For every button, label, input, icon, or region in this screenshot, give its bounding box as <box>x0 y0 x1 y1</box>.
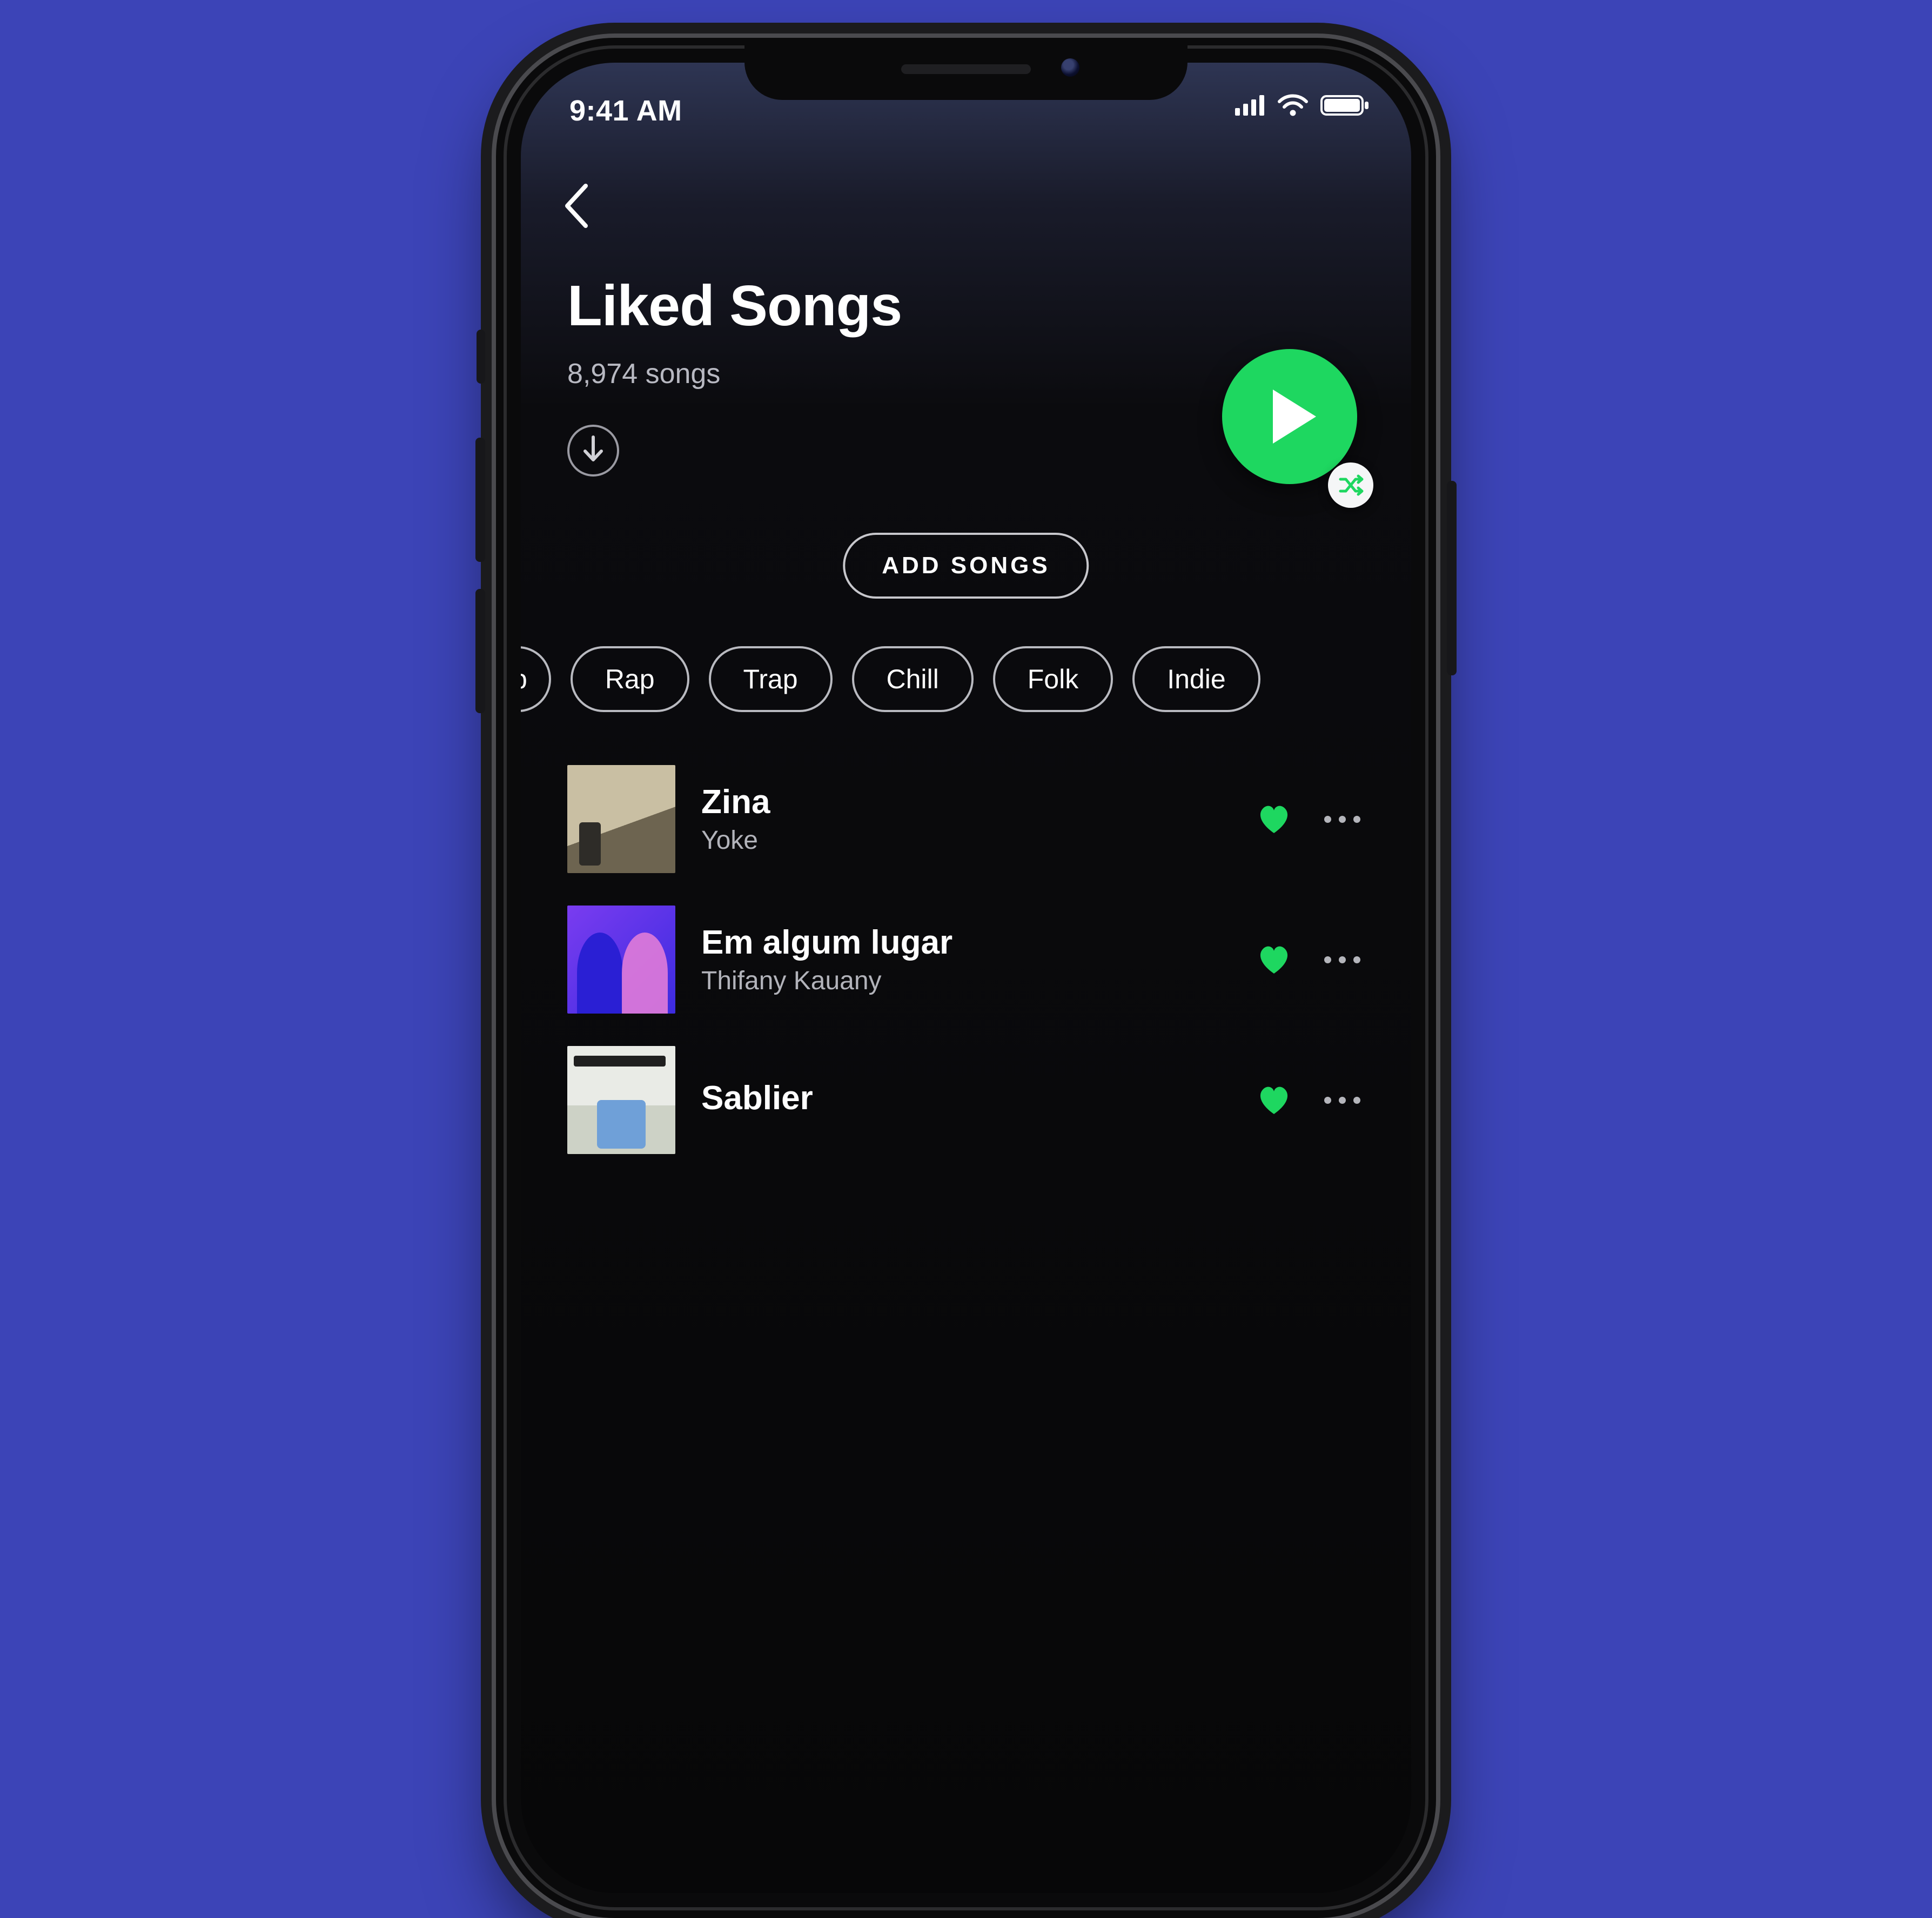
download-icon <box>580 435 607 466</box>
like-button[interactable] <box>1255 940 1293 979</box>
song-row[interactable]: Em algum lugar Thifany Kauany <box>521 889 1411 1030</box>
power-button[interactable] <box>1447 481 1457 675</box>
filter-chip-chill[interactable]: Chill <box>852 646 974 712</box>
wifi-icon <box>1277 94 1309 117</box>
shuffle-badge[interactable] <box>1328 462 1373 508</box>
album-art <box>567 1046 675 1154</box>
more-button[interactable] <box>1319 956 1365 963</box>
more-button[interactable] <box>1319 816 1365 823</box>
download-button[interactable] <box>567 425 619 477</box>
filter-chip-row[interactable]: p Rap Trap Chill Folk Indie <box>521 646 1411 712</box>
play-icon <box>1267 387 1321 446</box>
song-artist: Thifany Kauany <box>701 966 1229 996</box>
song-count: 8,974 songs <box>567 358 720 390</box>
heart-icon <box>1255 940 1293 979</box>
filter-chip-folk[interactable]: Folk <box>993 646 1113 712</box>
song-title: Em algum lugar <box>701 923 1229 962</box>
song-artist: Yoke <box>701 826 1229 855</box>
more-button[interactable] <box>1319 1097 1365 1104</box>
notch <box>744 38 1188 100</box>
speaker-grille <box>901 64 1031 74</box>
screen: 9:41 AM Liked Songs 8,974 <box>521 63 1411 1893</box>
song-meta: Sablier <box>701 1079 1229 1122</box>
battery-icon <box>1320 94 1369 117</box>
mute-switch[interactable] <box>477 330 485 384</box>
filter-chip-trap[interactable]: Trap <box>709 646 833 712</box>
song-row[interactable]: Sablier <box>521 1030 1411 1170</box>
back-button[interactable] <box>559 182 607 230</box>
play-button[interactable] <box>1222 349 1357 484</box>
volume-up-button[interactable] <box>475 438 485 562</box>
add-songs-button[interactable]: ADD SONGS <box>843 533 1089 599</box>
signal-icon <box>1235 95 1265 116</box>
song-meta: Zina Yoke <box>701 783 1229 855</box>
filter-chip-indie[interactable]: Indie <box>1132 646 1260 712</box>
chevron-left-icon <box>559 182 596 230</box>
heart-icon <box>1255 1081 1293 1119</box>
album-art <box>567 765 675 873</box>
status-time: 9:41 AM <box>569 94 682 128</box>
song-meta: Em algum lugar Thifany Kauany <box>701 923 1229 996</box>
song-title: Zina <box>701 783 1229 821</box>
song-row[interactable]: Zina Yoke <box>521 749 1411 889</box>
song-list[interactable]: Zina Yoke Em algum lugar Thifany Kauany Sabl… <box>521 749 1411 1170</box>
song-title: Sablier <box>701 1079 1229 1117</box>
album-art <box>567 906 675 1014</box>
heart-icon <box>1255 800 1293 839</box>
front-camera <box>1061 58 1079 77</box>
page-title: Liked Songs <box>567 273 902 339</box>
like-button[interactable] <box>1255 1081 1293 1119</box>
shuffle-icon <box>1337 472 1364 499</box>
phone-frame: 9:41 AM Liked Songs 8,974 <box>496 38 1436 1918</box>
volume-down-button[interactable] <box>475 589 485 713</box>
filter-chip-p[interactable]: p <box>521 646 551 712</box>
filter-chip-rap[interactable]: Rap <box>571 646 689 712</box>
like-button[interactable] <box>1255 800 1293 839</box>
